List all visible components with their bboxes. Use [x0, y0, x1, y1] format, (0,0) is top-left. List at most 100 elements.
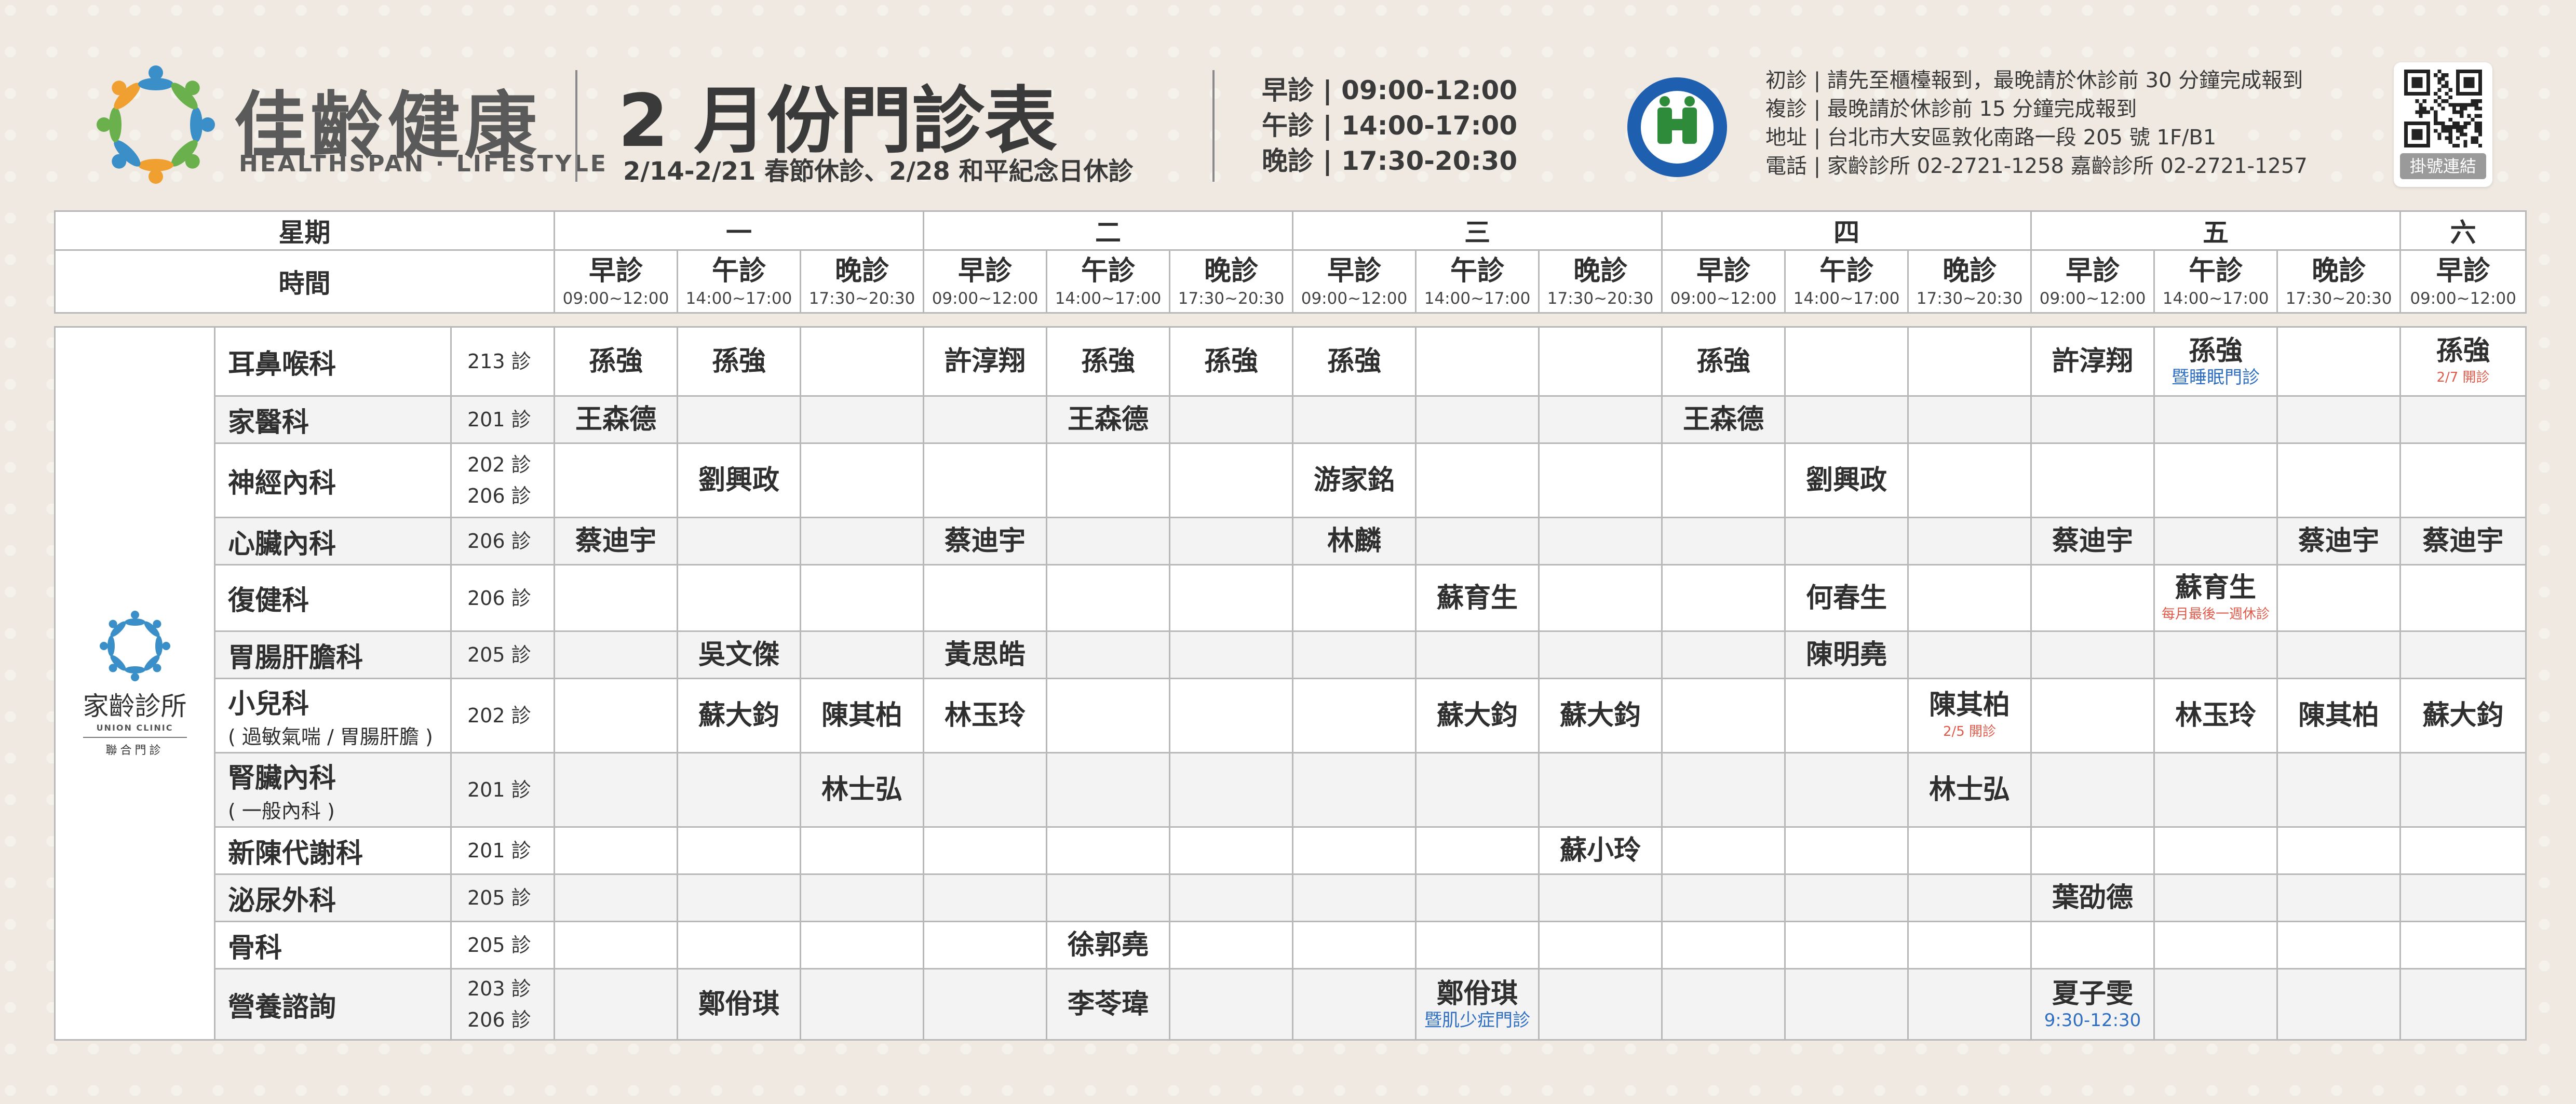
- session-header: 晚診 17:30~20:30: [799, 249, 925, 314]
- schedule-cell: [2030, 678, 2155, 753]
- schedule-cell: [800, 564, 924, 632]
- schedule-cell: [1661, 752, 1786, 828]
- schedule-cell: 蘇大鈞: [2399, 678, 2527, 753]
- weekday-label: 星期: [54, 210, 555, 251]
- session-name: 晚診: [1943, 255, 1997, 287]
- schedule-cell: [2030, 752, 2155, 828]
- session-name: 早診: [2066, 255, 2120, 287]
- department-name: 復健科: [228, 585, 309, 616]
- schedule-cell: [923, 921, 1047, 970]
- schedule-row: 家醫科 201 診王森德 王森德 王森德: [55, 395, 2527, 444]
- doctor-name: 王森德: [575, 404, 656, 435]
- schedule-cell: [800, 873, 924, 922]
- schedule-cell: [1907, 326, 2032, 397]
- schedule-cell: 孫強: [554, 326, 678, 397]
- schedule-cell: [2153, 921, 2278, 970]
- session-time: 14:00~17:00: [2162, 289, 2269, 308]
- doctor-name: 吳文傑: [698, 639, 779, 670]
- department-cell: 泌尿外科: [214, 873, 451, 922]
- schedule-cell: [677, 395, 801, 444]
- clinic-logo-body: [124, 618, 145, 626]
- session-header: 早診 09:00~12:00: [2399, 249, 2527, 314]
- schedule-cell: [1046, 517, 1170, 566]
- session-name: 早診: [958, 255, 1013, 287]
- schedule-cell: [554, 873, 678, 922]
- schedule-cell: [1784, 678, 1909, 753]
- schedule-cell: [2276, 630, 2401, 679]
- schedule-cell: [923, 564, 1047, 632]
- clinic-logo-body: [124, 666, 145, 674]
- schedule-cell: 林玉玲: [923, 678, 1047, 753]
- doctor-name: 林玉玲: [2175, 700, 2256, 731]
- notice-row: 初診 | 請先至櫃檯報到，最晚請於休診前 30 分鐘完成報到: [1765, 69, 2303, 92]
- schedule-row: 新陳代謝科 201 診 蘇小玲: [55, 826, 2527, 875]
- schedule-cell: [1046, 752, 1170, 828]
- notice-row: 電話 | 家齡診所 02-2721-1258 嘉齡診所 02-2721-1257: [1765, 154, 2308, 178]
- schedule-row: 骨科 205 診 徐郭堯: [55, 921, 2527, 970]
- schedule-cell: [1169, 752, 1293, 828]
- schedule-cell: [1907, 395, 2032, 444]
- schedule-cell: [1292, 968, 1417, 1041]
- day-header: 六: [2399, 210, 2527, 251]
- schedule-cell: [1169, 873, 1293, 922]
- schedule-cell: 鄭佾琪: [677, 968, 801, 1041]
- schedule-cell: 蔡迪宇: [2276, 517, 2401, 566]
- doctor-name: 蘇大鈞: [1436, 700, 1518, 731]
- schedule-cell: 孫強: [1661, 326, 1786, 397]
- schedule-cell: [1661, 564, 1786, 632]
- schedule-cell: 蘇育生 每月最後一週休診: [2153, 564, 2278, 632]
- schedule-cell: [1046, 564, 1170, 632]
- schedule-cell: 陳明堯: [1784, 630, 1909, 679]
- qr-code-icon[interactable]: [2404, 70, 2482, 147]
- schedule-cell: [1907, 564, 2032, 632]
- logo-figure-body: [109, 107, 122, 142]
- schedule-cell: [1661, 442, 1786, 518]
- schedule-cell: 蔡迪宇: [2030, 517, 2155, 566]
- schedule-row: 腎臟內科 ( 一般內科 ) 201 診 林士弘 林士弘: [55, 752, 2527, 828]
- session-name: 午診: [1081, 255, 1136, 287]
- schedule-cell: 蔡迪宇: [2399, 517, 2527, 566]
- schedule-cell: [1784, 752, 1909, 828]
- department-cell: 胃腸肝膽科: [214, 630, 451, 679]
- schedule-cell: [1292, 395, 1417, 444]
- schedule-cell: 孫強 2/7 開診: [2399, 326, 2527, 397]
- schedule-cell: [677, 517, 801, 566]
- schedule-cell: [800, 442, 924, 518]
- schedule-cell: [800, 517, 924, 566]
- logo-figure-body: [138, 78, 173, 90]
- schedule-cell: [2153, 395, 2278, 444]
- registration-qr[interactable]: 掛號連結: [2394, 62, 2492, 187]
- schedule-cell: [1538, 326, 1663, 397]
- schedule-cell: [1415, 442, 1540, 518]
- session-time: 17:30~20:30: [2285, 289, 2392, 308]
- schedule-cell: [1538, 564, 1663, 632]
- department-name: 泌尿外科: [228, 885, 336, 917]
- doctor-name: 孫強: [1204, 346, 1258, 377]
- doctor-name: 蔡迪宇: [2298, 526, 2379, 557]
- day-header: 二: [923, 210, 1294, 251]
- schedule-cell: [1661, 968, 1786, 1041]
- logo-figure-body: [138, 159, 173, 171]
- schedule-cell: 黃思皓: [923, 630, 1047, 679]
- schedule-cell: [1907, 921, 2032, 970]
- schedule-row: 營養諮詢 203 診 206 診 鄭佾琪 李苓瑋 鄭佾琪 暨肌少症門診 夏子雯 9:30-12…: [55, 968, 2527, 1041]
- schedule-cell: [800, 968, 924, 1041]
- schedule-cell: 葉劭德: [2030, 873, 2155, 922]
- department-cell: 新陳代謝科: [214, 826, 451, 875]
- session-name: 早診: [2436, 255, 2490, 287]
- schedule-cell: [1661, 678, 1786, 753]
- doctor-name: 孫強: [2436, 335, 2490, 367]
- schedule-cell: [1907, 630, 2032, 679]
- schedule-cell: [554, 564, 678, 632]
- room-cell: 201 診: [450, 752, 555, 828]
- department-name: 營養諮詢: [228, 991, 336, 1023]
- registration-link-label[interactable]: 掛號連結: [2400, 153, 2486, 179]
- room-cell: 202 診: [450, 678, 555, 753]
- doctor-note: 2/5 開診: [1943, 724, 1997, 739]
- schedule-cell: 孫強: [1169, 326, 1293, 397]
- clinic-english-name: UNION CLINIC: [96, 722, 173, 733]
- schedule-cell: [1169, 517, 1293, 566]
- doctor-name: 蘇大鈞: [698, 700, 779, 731]
- schedule-cell: [1292, 630, 1417, 679]
- doctor-name: 林士弘: [1928, 774, 2010, 805]
